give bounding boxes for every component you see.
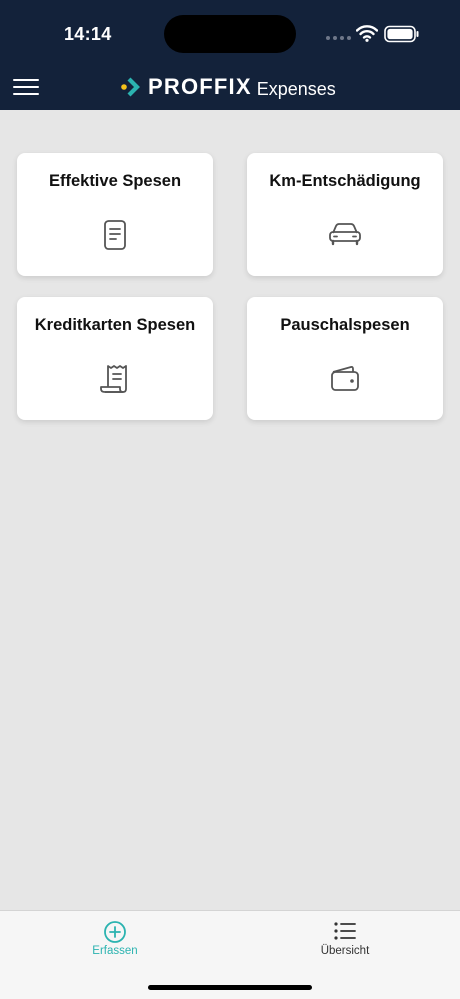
tile-label: Km-Entschädigung bbox=[269, 172, 421, 190]
document-icon bbox=[104, 220, 126, 250]
tile-label: Pauschalspesen bbox=[280, 316, 410, 334]
tab-uebersicht[interactable]: Übersicht bbox=[230, 911, 460, 971]
tile-pauschalspesen[interactable]: Pauschalspesen bbox=[247, 297, 443, 420]
app-logo: PROFFIX Expenses bbox=[120, 73, 336, 100]
tile-label: Kreditkarten Spesen bbox=[34, 316, 196, 334]
receipt-icon bbox=[100, 365, 127, 393]
proffix-logo-mark-icon bbox=[121, 77, 140, 96]
plus-circle-icon bbox=[104, 921, 126, 943]
list-icon bbox=[334, 922, 356, 940]
status-time: 14:14 bbox=[64, 24, 112, 44]
tile-km-entschaedigung[interactable]: Km-Entschädigung bbox=[247, 153, 443, 276]
tab-label: Erfassen bbox=[92, 945, 138, 957]
app-header: 14:14 PROFFIX Expenses bbox=[0, 0, 460, 110]
tile-effektive-spesen[interactable]: Effektive Spesen bbox=[17, 153, 213, 276]
brand-name: PROFFIX bbox=[148, 73, 252, 99]
tile-label: Effektive Spesen bbox=[48, 172, 182, 190]
tab-label: Übersicht bbox=[320, 945, 370, 957]
wifi-icon bbox=[356, 25, 378, 42]
car-icon bbox=[329, 223, 361, 246]
hamburger-menu-icon[interactable] bbox=[13, 79, 39, 97]
battery-icon bbox=[384, 25, 419, 43]
app-name: Expenses bbox=[256, 79, 336, 99]
home-indicator bbox=[148, 985, 312, 990]
cellular-signal-icon bbox=[326, 36, 351, 40]
wallet-icon bbox=[331, 366, 359, 391]
dynamic-island bbox=[164, 15, 296, 53]
tile-kreditkarten-spesen[interactable]: Kreditkarten Spesen bbox=[17, 297, 213, 420]
tab-erfassen[interactable]: Erfassen bbox=[0, 911, 230, 971]
